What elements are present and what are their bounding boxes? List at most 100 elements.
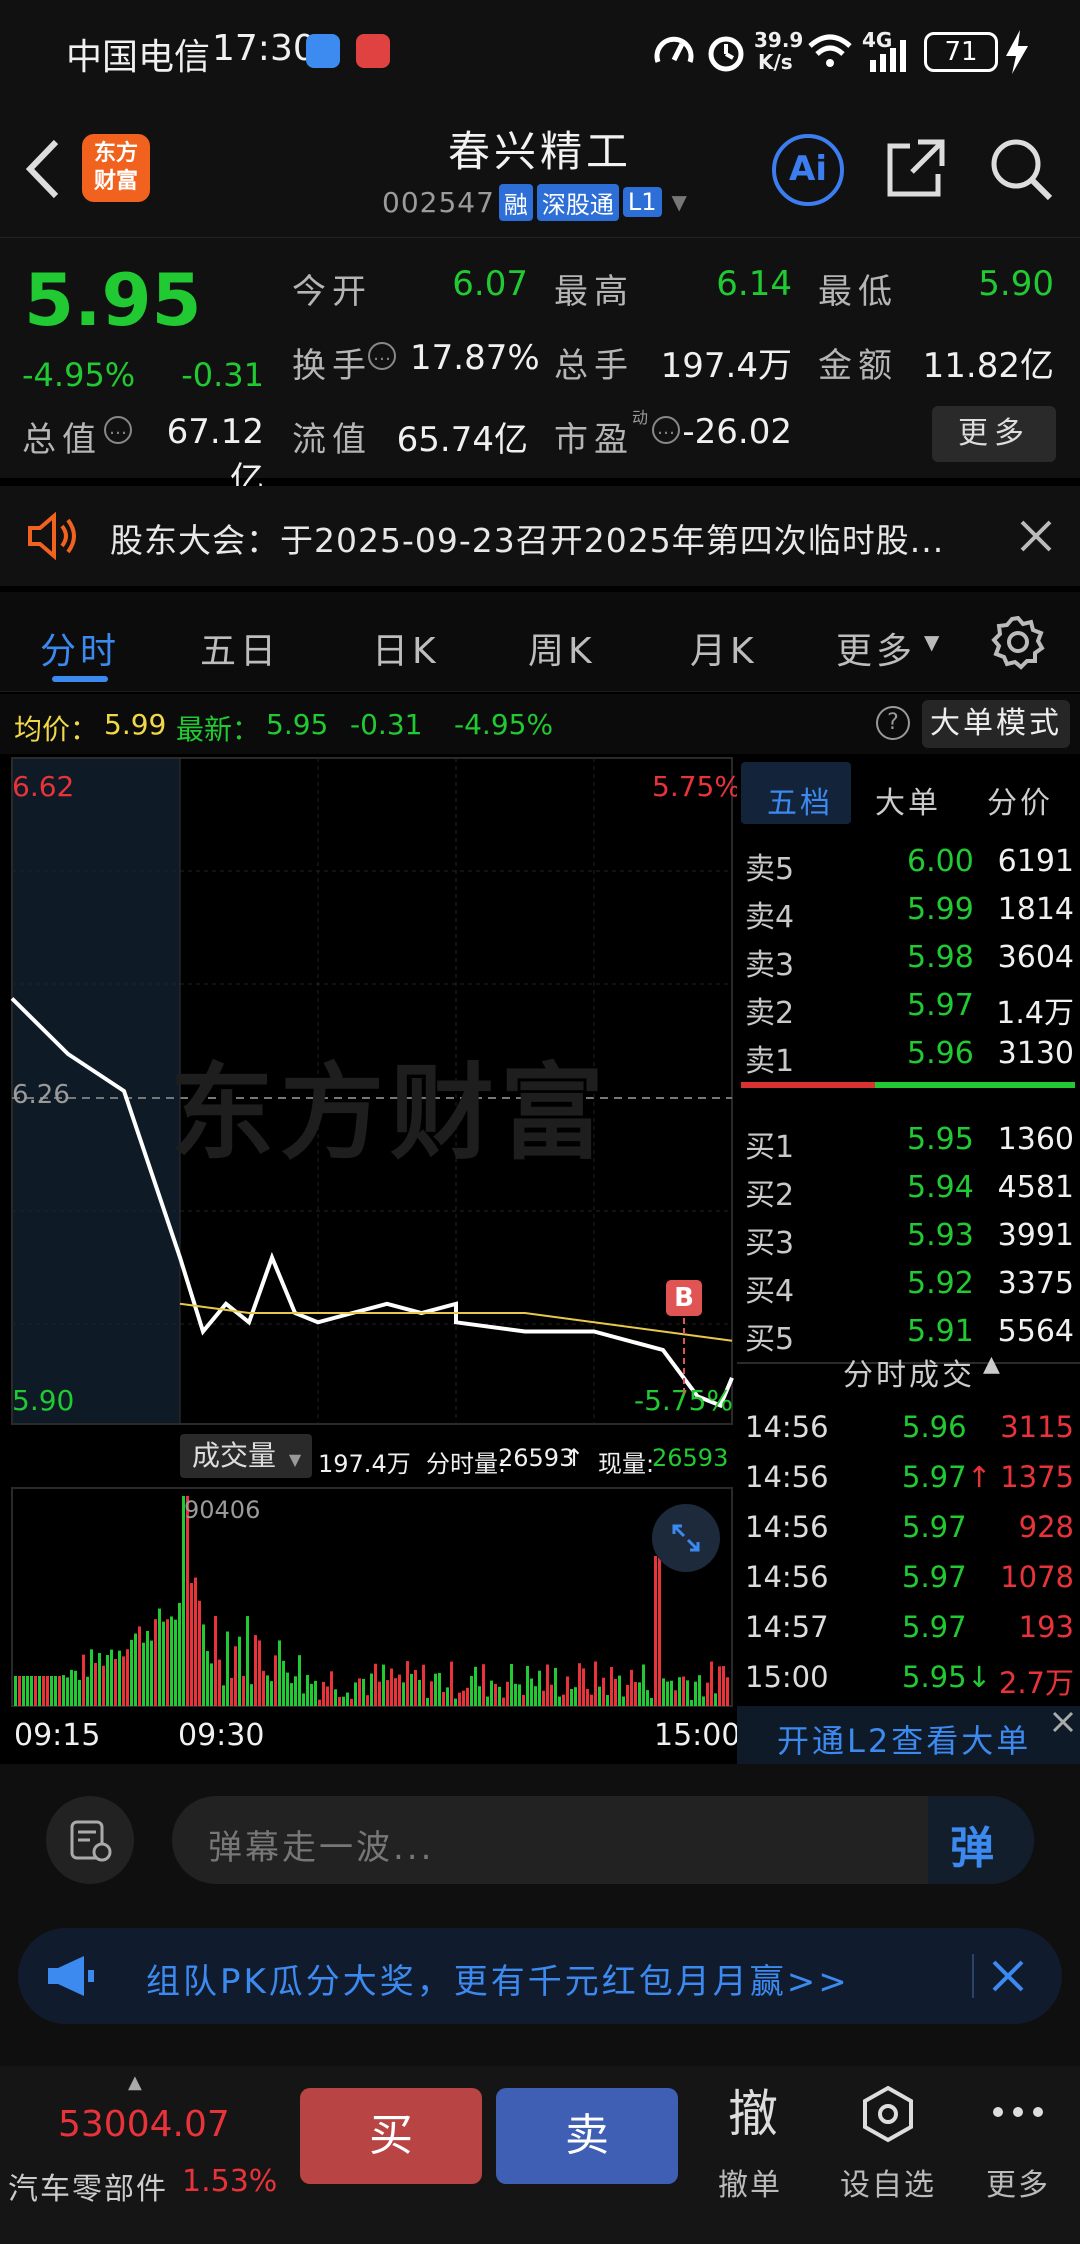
- tab-more[interactable]: 更多: [836, 622, 916, 674]
- ask-row[interactable]: 卖3 5.98 3604: [737, 934, 1080, 983]
- close-l2-icon[interactable]: [1049, 1708, 1077, 1736]
- trades-expand-icon[interactable]: ▲: [983, 1352, 1000, 1377]
- infobar-change: -0.31: [350, 708, 423, 741]
- danmu-input[interactable]: 弹幕走一波... 弹: [172, 1796, 1034, 1884]
- help-icon[interactable]: ?: [876, 706, 910, 740]
- tab-weekly-k[interactable]: 周K: [528, 622, 596, 674]
- ask-label: 卖3: [745, 948, 795, 983]
- buy-button[interactable]: 买: [300, 2088, 482, 2184]
- ask-row[interactable]: 卖2 5.97 1.4万: [737, 982, 1080, 1031]
- ask-label: 卖4: [745, 900, 795, 935]
- bid-row[interactable]: 买2 5.94 4581: [737, 1164, 1080, 1213]
- volume-bar: [322, 1681, 325, 1706]
- danmu-settings-button[interactable]: [46, 1796, 134, 1884]
- ask-volume: 3604: [997, 940, 1074, 975]
- volume-bar: [578, 1663, 581, 1706]
- pe-info-icon[interactable]: …: [652, 416, 680, 444]
- volume-bar: [486, 1696, 489, 1706]
- signal-icon: [870, 40, 906, 72]
- bid-price: 5.95: [907, 1122, 974, 1157]
- ask-row[interactable]: 卖5 6.00 6191: [737, 838, 1080, 887]
- search-icon[interactable]: [988, 136, 1054, 202]
- sell-button[interactable]: 卖: [496, 2088, 678, 2184]
- add-watchlist-button[interactable]: 设自选: [834, 2074, 944, 2234]
- bid-row[interactable]: 买4 5.92 3375: [737, 1260, 1080, 1309]
- volume-bar: [310, 1683, 313, 1706]
- status-bar: 中国电信 17:30 39.9 K/s 4G 71: [0, 0, 1080, 110]
- net-speed-unit: K/s: [758, 50, 793, 74]
- orderbook-tab-big[interactable]: 大单: [875, 778, 941, 822]
- volume-bar: [350, 1698, 353, 1706]
- bid-row[interactable]: 买3 5.93 3991: [737, 1212, 1080, 1261]
- volume-bar: [502, 1697, 505, 1706]
- more-actions-button[interactable]: 更多: [978, 2074, 1058, 2234]
- index-expand-icon[interactable]: ▲: [128, 2072, 142, 2093]
- sector-index-name[interactable]: 汽车零部件: [8, 2164, 168, 2208]
- volume-bar: [342, 1696, 345, 1706]
- notice-bar[interactable]: 股东大会：于2025-09-23召开2025年第四次临时股...: [0, 486, 1080, 586]
- volume-bar: [662, 1678, 665, 1706]
- volume-indicator-selector[interactable]: 成交量 ▼: [180, 1434, 312, 1478]
- ai-button[interactable]: Ai: [772, 134, 844, 206]
- danmu-placeholder: 弹幕走一波...: [208, 1828, 435, 1868]
- trades-title[interactable]: 分时成交: [843, 1350, 975, 1394]
- close-notice-icon[interactable]: [1018, 518, 1054, 554]
- withdraw-button[interactable]: 撤 撤单: [714, 2074, 794, 2234]
- tab-daily-k[interactable]: 日K: [372, 622, 440, 674]
- more-quote-button[interactable]: 更多: [932, 406, 1056, 462]
- bid-row[interactable]: 买1 5.95 1360: [737, 1116, 1080, 1165]
- avg-value: 5.99: [104, 708, 167, 741]
- volume-bar: [286, 1672, 289, 1706]
- mktcap-info-icon[interactable]: …: [104, 416, 132, 444]
- buy-signal-marker[interactable]: B: [666, 1280, 702, 1316]
- tab-intraday[interactable]: 分时: [40, 622, 120, 674]
- sector-index-value[interactable]: 53004.07: [58, 2104, 230, 2145]
- volume-bar: [246, 1616, 249, 1706]
- ask-row[interactable]: 卖4 5.99 1814: [737, 886, 1080, 935]
- back-arrow-icon[interactable]: [22, 138, 62, 200]
- volume-bar: [598, 1686, 601, 1706]
- settings-gear-icon[interactable]: [990, 614, 1046, 670]
- tab-five-day[interactable]: 五日: [200, 622, 280, 674]
- volume-bar: [682, 1676, 685, 1706]
- volume-bar: [498, 1686, 501, 1706]
- volume-bar: [190, 1582, 193, 1706]
- stock-code-row[interactable]: 002547 融 深股通 L1 ▼: [382, 182, 687, 222]
- minute-volume-value: 26593: [498, 1444, 575, 1472]
- intraday-chart[interactable]: 6.62 5.75% 6.26 东方财富 5.90 -5.75% B 成交量 ▼…: [0, 756, 741, 1764]
- volume-bar: [698, 1675, 701, 1706]
- change-amount: -0.31: [181, 356, 264, 394]
- share-icon[interactable]: [884, 136, 948, 200]
- turnover-info-icon[interactable]: …: [368, 342, 396, 370]
- volume-total: 197.4万: [318, 1450, 411, 1478]
- danmu-send-button[interactable]: 弹: [928, 1796, 1034, 1884]
- bottom-toolbar: ▲ 53004.07 汽车零部件 1.53% 买 卖 撤 撤单 设自选 更多: [0, 2066, 1080, 2244]
- bid-price: 5.94: [907, 1170, 974, 1205]
- volume-bar: [386, 1680, 389, 1706]
- notice-text: 股东大会：于2025-09-23召开2025年第四次临时股...: [110, 521, 945, 560]
- alarm-app-icon: [306, 34, 340, 68]
- ask-row[interactable]: 卖1 5.96 3130: [737, 1030, 1080, 1079]
- volume-bar: [178, 1602, 181, 1706]
- stock-name: 春兴精工: [447, 127, 632, 176]
- volume-bar: [642, 1664, 645, 1706]
- volume-bar: [422, 1664, 425, 1706]
- close-promo-icon[interactable]: [990, 1958, 1026, 1994]
- orderbook-tab-five[interactable]: 五档: [767, 778, 833, 822]
- promo-banner[interactable]: 组队PK瓜分大奖，更有千元红包月月赢>>: [18, 1928, 1062, 2024]
- l2-link[interactable]: 开通L2查看大单: [777, 1716, 1031, 1762]
- orderbook-tab-price[interactable]: 分价: [987, 778, 1053, 822]
- change-percent: -4.95%: [22, 356, 136, 394]
- volume-bar: [646, 1690, 649, 1706]
- tab-monthly-k[interactable]: 月K: [690, 622, 758, 674]
- l2-promo-bar[interactable]: 开通L2查看大单: [737, 1706, 1080, 1764]
- bid-volume: 3375: [997, 1266, 1074, 1301]
- volume-bar: [574, 1687, 577, 1706]
- volume-bar: [198, 1600, 201, 1706]
- big-order-mode-button[interactable]: 大单模式: [922, 700, 1070, 748]
- bid-row[interactable]: 买5 5.91 5564: [737, 1308, 1080, 1357]
- volume-bar: [626, 1684, 629, 1706]
- trade-price: 5.97: [902, 1560, 967, 1594]
- expand-chart-button[interactable]: [652, 1504, 720, 1572]
- volume-bar: [78, 1679, 81, 1706]
